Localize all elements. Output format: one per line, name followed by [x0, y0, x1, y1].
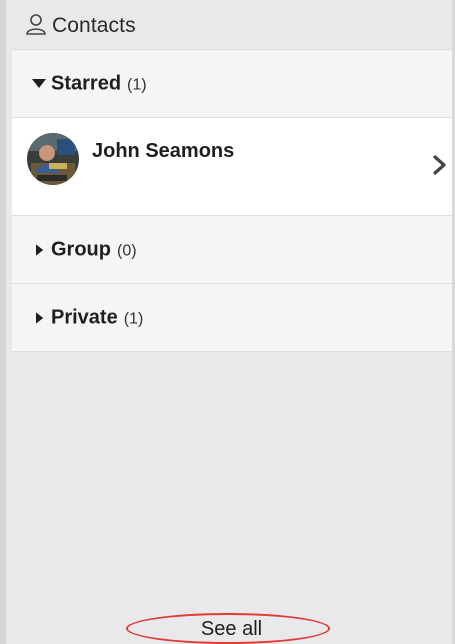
chevron-right-icon[interactable]: [431, 154, 449, 176]
group-count: (1): [123, 310, 144, 327]
avatar: [27, 133, 79, 185]
group-starred[interactable]: Starred (1): [12, 50, 455, 118]
contact-row[interactable]: John Seamons: [12, 118, 455, 216]
person-icon: [26, 14, 46, 35]
contact-name: John Seamons: [92, 140, 235, 162]
see-all-container: See all: [0, 611, 455, 644]
group-label: Starred (1): [51, 72, 147, 95]
group-group[interactable]: Group (0): [12, 216, 455, 284]
contacts-header: Contacts: [12, 0, 455, 50]
see-all-link[interactable]: See all: [0, 618, 455, 641]
group-name: Group: [51, 238, 111, 260]
group-count: (1): [127, 76, 147, 93]
page-title: Contacts: [52, 14, 136, 37]
caret-down-icon: [32, 78, 46, 88]
group-name: Private: [51, 306, 118, 328]
group-label: Group (0): [51, 238, 137, 261]
caret-right-icon: [36, 243, 44, 256]
group-private[interactable]: Private (1): [12, 284, 455, 352]
group-label: Private (1): [51, 306, 143, 329]
contacts-panel: Contacts Starred (1) John Seamons Group …: [0, 0, 455, 644]
caret-right-icon: [36, 311, 44, 324]
group-count: (0): [117, 242, 137, 259]
group-name: Starred: [51, 72, 122, 94]
